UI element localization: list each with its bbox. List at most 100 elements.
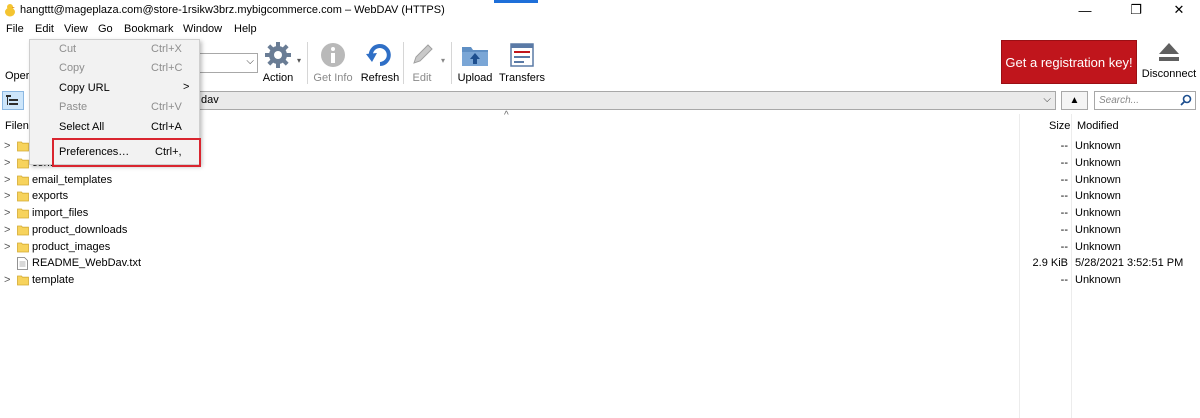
menu-item-paste[interactable]: Paste Ctrl+V (30, 98, 199, 117)
folder-icon (17, 157, 29, 172)
toolbar-separator (403, 42, 404, 84)
duck-app-icon (5, 4, 15, 17)
triangle-up-icon: ▲ (1069, 95, 1080, 106)
menu-edit[interactable]: Edit (35, 23, 54, 35)
file-size: -- (1060, 241, 1068, 253)
minimize-button[interactable]: — (1062, 0, 1108, 20)
parent-directory-button[interactable]: ▲ (1061, 91, 1088, 110)
file-size: -- (1060, 174, 1068, 186)
disconnect-label: Disconnect (1141, 68, 1197, 80)
menu-item-cut[interactable]: Cut Ctrl+X (30, 40, 199, 59)
file-name: product_downloads (32, 224, 128, 236)
refresh-button[interactable]: Refresh (360, 40, 400, 86)
menu-item-copy[interactable]: Copy Ctrl+C (30, 59, 199, 78)
menu-item-label: Copy (59, 62, 85, 74)
file-size: -- (1060, 190, 1068, 202)
menu-window[interactable]: Window (183, 23, 222, 35)
gear-icon (262, 40, 294, 70)
action-button[interactable]: Action (260, 40, 296, 86)
menu-help[interactable]: Help (234, 23, 257, 35)
get-registration-key-button[interactable]: Get a registration key! (1001, 40, 1137, 84)
upload-button[interactable]: Upload (456, 40, 494, 86)
file-size: -- (1060, 224, 1068, 236)
file-name: email_templates (32, 174, 113, 186)
folder-icon (17, 274, 29, 289)
folder-icon (17, 190, 29, 205)
edit-label: Edit (412, 72, 432, 84)
outline-view-toggle[interactable] (2, 91, 24, 110)
quick-connect-combo[interactable]: ⌵ (196, 53, 258, 73)
menu-item-label: Select All (59, 121, 105, 133)
expand-chevron-icon[interactable]: > (4, 241, 10, 253)
folder-row[interactable]: > exports -- Unknown (0, 188, 1200, 205)
preferences-highlight-box (52, 138, 201, 167)
folder-row[interactable]: > import_files -- Unknown (0, 205, 1200, 222)
folder-row[interactable]: > template -- Unknown (0, 272, 1200, 289)
menu-file[interactable]: File (6, 23, 24, 35)
column-header-filename[interactable]: Filen (5, 120, 29, 132)
file-modified: Unknown (1075, 207, 1121, 219)
file-row[interactable]: README_WebDav.txt 2.9 KiB 5/28/2021 3:52:5… (0, 255, 1200, 272)
column-header-modified[interactable]: Modified (1077, 120, 1119, 132)
column-header-size[interactable]: Size (1049, 120, 1070, 132)
file-modified: Unknown (1075, 140, 1121, 152)
chevron-down-icon: ⌵ (1043, 94, 1051, 105)
current-path: dav (201, 94, 219, 106)
sort-ascending-icon: ^ (504, 110, 509, 121)
menu-item-shortcut: Ctrl+V (151, 101, 182, 113)
open-connection-label[interactable]: Oper (5, 70, 29, 82)
file-modified: 5/28/2021 3:52:51 PM (1075, 257, 1184, 269)
menu-view[interactable]: View (64, 23, 88, 35)
info-icon (317, 40, 349, 70)
menu-item-shortcut: Ctrl+A (151, 121, 182, 133)
action-label: Action (262, 72, 294, 84)
maximize-button[interactable]: ❐ (1113, 0, 1159, 20)
file-size: 2.9 KiB (1032, 257, 1068, 269)
file-modified: Unknown (1075, 241, 1121, 253)
disconnect-button[interactable]: Disconnect (1140, 40, 1198, 86)
file-size: -- (1060, 140, 1068, 152)
menu-bookmark[interactable]: Bookmark (124, 23, 174, 35)
file-size: -- (1060, 207, 1068, 219)
menu-item-label: Copy URL (59, 82, 110, 94)
expand-chevron-icon[interactable]: > (4, 274, 10, 286)
tree-view-icon (6, 94, 18, 105)
action-dropdown-icon[interactable]: ▾ (297, 56, 301, 65)
get-info-button[interactable]: Get Info (313, 40, 353, 86)
file-modified: Unknown (1075, 224, 1121, 236)
menu-item-copy-url[interactable]: Copy URL > (30, 79, 199, 98)
search-placeholder: Search... (1099, 95, 1140, 106)
file-name: template (32, 274, 75, 286)
folder-row[interactable]: > email_templates -- Unknown (0, 172, 1200, 189)
menu-item-select-all[interactable]: Select All Ctrl+A (30, 118, 199, 137)
close-button[interactable]: ✕ (1156, 0, 1200, 20)
menu-item-shortcut: Ctrl+X (151, 43, 182, 55)
transfers-icon (506, 40, 538, 70)
folder-row[interactable]: > product_images -- Unknown (0, 239, 1200, 256)
transfers-button[interactable]: Transfers (499, 40, 545, 86)
text-file-icon (17, 257, 28, 273)
get-info-label: Get Info (313, 72, 353, 84)
expand-chevron-icon[interactable]: > (4, 157, 10, 169)
expand-chevron-icon[interactable]: > (4, 207, 10, 219)
chevron-down-icon: ⌵ (246, 56, 254, 67)
file-size: -- (1060, 157, 1068, 169)
file-name: README_WebDav.txt (32, 257, 142, 269)
menu-go[interactable]: Go (98, 23, 113, 35)
submenu-arrow-icon: > (183, 81, 190, 93)
upload-label: Upload (457, 72, 493, 84)
edit-button[interactable]: Edit (405, 40, 439, 86)
expand-chevron-icon[interactable]: > (4, 174, 10, 186)
folder-icon (17, 140, 29, 155)
folder-row[interactable]: > product_downloads -- Unknown (0, 222, 1200, 239)
expand-chevron-icon[interactable]: > (4, 140, 10, 152)
file-modified: Unknown (1075, 190, 1121, 202)
edit-dropdown-icon[interactable]: ▾ (441, 56, 445, 65)
path-combo[interactable]: dav ⌵ (196, 91, 1056, 110)
expand-chevron-icon[interactable]: > (4, 224, 10, 236)
expand-chevron-icon[interactable]: > (4, 190, 10, 202)
file-name: import_files (32, 207, 89, 219)
search-input[interactable]: Search... (1094, 91, 1196, 110)
file-modified: Unknown (1075, 174, 1121, 186)
refresh-icon (364, 40, 396, 70)
